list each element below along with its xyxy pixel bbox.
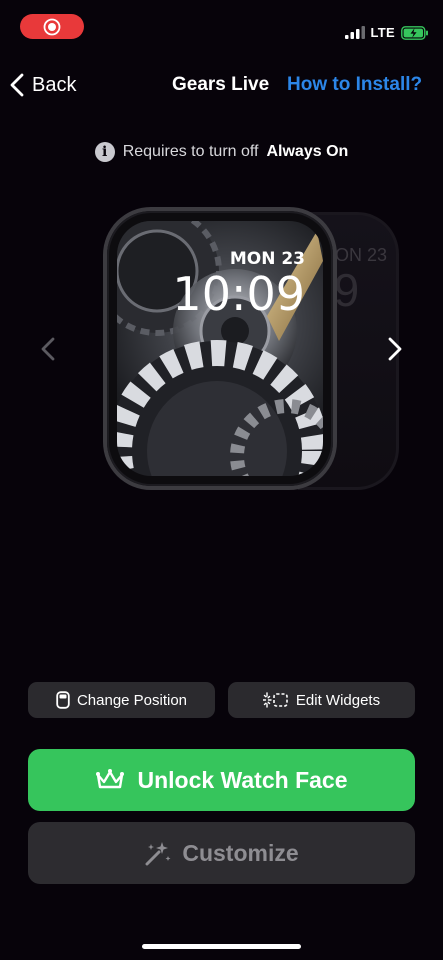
unlock-label: Unlock Watch Face	[137, 766, 348, 793]
edit-widgets-icon	[262, 692, 288, 708]
chevron-right-icon	[388, 337, 402, 361]
signal-icon	[344, 26, 365, 39]
back-label: Back	[32, 73, 77, 96]
record-icon	[43, 18, 61, 35]
previous-face-button[interactable]	[34, 329, 62, 369]
crown-icon	[96, 769, 125, 789]
watch-date: MON 23	[229, 249, 305, 269]
next-face-button[interactable]	[381, 329, 409, 369]
edit-widgets-button[interactable]: Edit Widgets	[228, 682, 415, 718]
chevron-left-icon	[41, 337, 55, 361]
status-icons: LTE	[344, 24, 430, 41]
magic-wand-icon	[145, 842, 171, 866]
notice-prefix: Requires to turn off	[122, 143, 259, 160]
battery-charging-icon	[401, 25, 428, 40]
chevron-left-icon	[10, 73, 24, 97]
page-title: Gears Live	[172, 74, 270, 95]
watch-face-preview[interactable]: MON 23 10:09	[107, 211, 333, 486]
watch-outline-icon	[56, 691, 70, 709]
customize-button[interactable]: Customize	[28, 822, 415, 884]
back-button[interactable]: Back	[10, 70, 76, 100]
watch-screen: MON 23 10:09	[117, 221, 323, 476]
info-icon: i	[94, 142, 115, 162]
home-indicator[interactable]	[142, 944, 301, 949]
network-type: LTE	[370, 25, 395, 40]
always-on-notice: i Requires to turn off Always On	[0, 142, 443, 162]
notice-emphasis: Always On	[266, 143, 349, 160]
screen-recording-indicator[interactable]	[20, 14, 84, 39]
change-position-label: Change Position	[76, 691, 188, 709]
how-to-install-link[interactable]: How to Install?	[287, 74, 422, 96]
unlock-watch-face-button[interactable]: Unlock Watch Face	[28, 749, 415, 811]
watch-time: 10:09	[172, 267, 305, 321]
customize-label: Customize	[182, 839, 299, 866]
edit-widgets-label: Edit Widgets	[295, 691, 381, 709]
change-position-button[interactable]: Change Position	[28, 682, 215, 718]
